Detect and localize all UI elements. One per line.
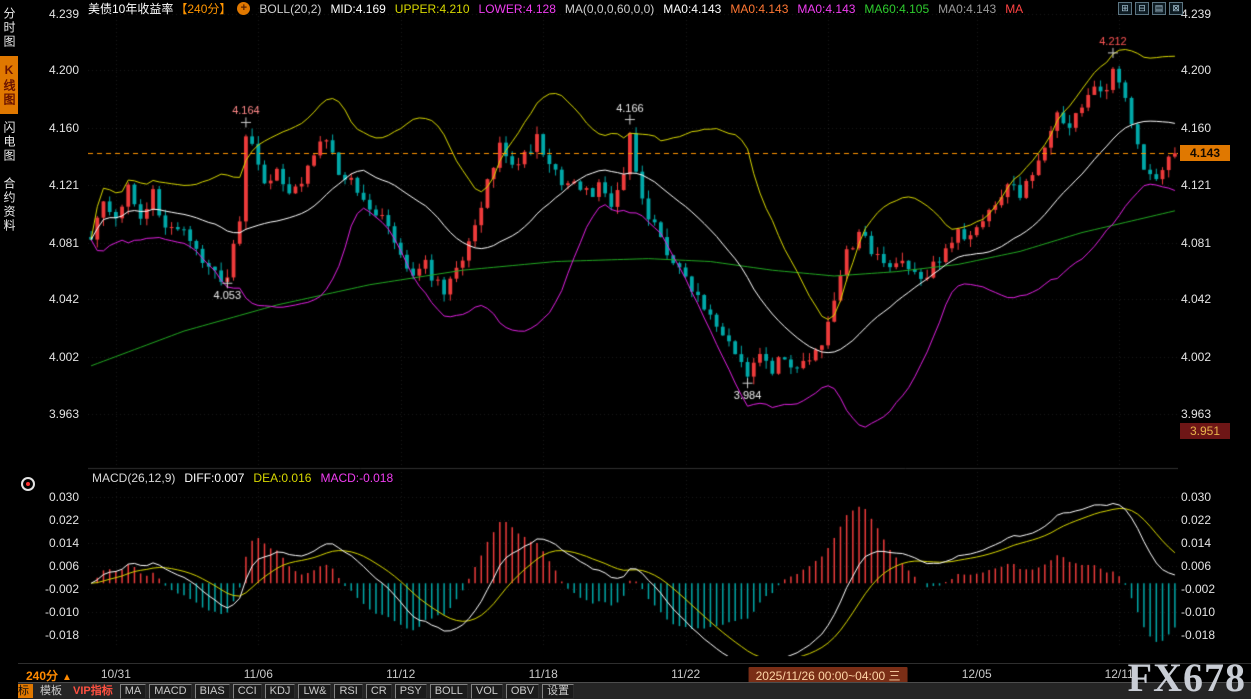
- time-tick-label: 10/31: [101, 667, 131, 681]
- price-tick-label: 3.963: [49, 407, 79, 421]
- window-layout-icons: ⊞⊟▤⊠: [1118, 2, 1183, 15]
- timeframe-text: 240分: [26, 669, 58, 683]
- sidebar-item-4[interactable]: 合约资料: [0, 170, 18, 240]
- toolbar-button-11[interactable]: CR: [366, 684, 392, 699]
- bottom-toolbar: 指标模板VIP指标MAMACDBIASCCIKDJLW&RSICRPSYBOLL…: [0, 682, 1251, 699]
- expand-window-icon[interactable]: ⊠: [1169, 2, 1183, 15]
- macd-tick-label: -0.010: [1181, 605, 1215, 619]
- price-tick-label: 4.002: [49, 350, 79, 364]
- macd-value: MACD(26,12,9): [92, 471, 175, 485]
- toolbar-button-8[interactable]: KDJ: [265, 684, 296, 699]
- indicator-value: MA0:4.143: [663, 2, 721, 16]
- price-tick-label: 4.239: [1181, 7, 1211, 21]
- macd-value: DEA:0.016: [253, 471, 311, 485]
- price-tick-label: 4.002: [1181, 350, 1211, 364]
- toolbar-button-13[interactable]: BOLL: [430, 684, 468, 699]
- price-tick-label: 4.239: [49, 7, 79, 21]
- toolbar-button-9[interactable]: LW&: [298, 684, 331, 699]
- macd-tick-label: 0.006: [1181, 559, 1211, 573]
- indicator-value: MA: [1005, 2, 1023, 16]
- toolbar-button-2[interactable]: 模板: [36, 684, 66, 698]
- indicator-value: UPPER:4.210: [395, 2, 470, 16]
- indicator-value: MA0:4.143: [797, 2, 855, 16]
- current-price-tag: 4.143: [1180, 145, 1230, 161]
- record-icon[interactable]: [21, 477, 35, 491]
- price-tick-label: 4.121: [49, 178, 79, 192]
- price-tick-label: 4.042: [49, 292, 79, 306]
- toolbar-button-3[interactable]: VIP指标: [69, 684, 117, 698]
- macd-tick-label: 0.030: [1181, 490, 1211, 504]
- multi-window-icon[interactable]: ⊞: [1118, 2, 1132, 15]
- toolbar-button-7[interactable]: CCI: [233, 684, 262, 699]
- toolbar-button-5[interactable]: MACD: [149, 684, 191, 699]
- macd-tick-label: 0.006: [49, 559, 79, 573]
- time-tick-label: 11/22: [671, 667, 700, 681]
- single-window-icon[interactable]: ⊟: [1135, 2, 1149, 15]
- toolbar-button-12[interactable]: PSY: [395, 684, 427, 699]
- sidebar-item-3[interactable]: 闪电图: [0, 114, 18, 170]
- macd-value: DIFF:0.007: [184, 471, 244, 485]
- macd-tick-label: -0.010: [45, 605, 79, 619]
- price-tick-label: 4.121: [1181, 178, 1211, 192]
- macd-tick-label: 0.022: [49, 513, 79, 527]
- macd-tick-label: -0.018: [1181, 628, 1215, 642]
- macd-tick-label: -0.018: [45, 628, 79, 642]
- macd-readout: MACD(26,12,9) DIFF:0.007 DEA:0.016 MACD:-0.…: [92, 471, 402, 485]
- watermark: FX678: [1128, 658, 1246, 698]
- indicator-value: MA0:4.143: [730, 2, 788, 16]
- time-tick-label: 11/18: [529, 667, 558, 681]
- sidebar-item-2[interactable]: K线图: [0, 56, 18, 114]
- price-tick-label: 4.081: [49, 236, 79, 250]
- chart-window: 分时图K线图闪电图合约资料 美债10年收益率 【240分】 + BOLL(20,…: [0, 0, 1251, 699]
- price-axis-right: 4.143 3.951 4.239 4.200 4.160 4.121 4.081 4.0…: [1181, 0, 1251, 662]
- macd-tick-label: -0.002: [1181, 582, 1215, 596]
- indicator-value: MID:4.169: [330, 2, 385, 16]
- time-tick-label: 11/06: [244, 667, 273, 681]
- macd-tick-label: 0.014: [49, 536, 79, 550]
- time-tick-label: 11/12: [386, 667, 415, 681]
- toolbar-button-10[interactable]: RSI: [334, 684, 362, 699]
- indicator-value: BOLL(20,2): [259, 2, 321, 16]
- time-axis: 240分▲ 10/3111/0611/1211/1811/222025/11/2…: [0, 663, 1251, 682]
- plus-circle-icon[interactable]: +: [237, 2, 250, 15]
- toolbar-button-15[interactable]: OBV: [506, 684, 539, 699]
- toolbar-button-14[interactable]: VOL: [471, 684, 503, 699]
- left-sidebar: 分时图K线图闪电图合约资料: [0, 0, 18, 699]
- toolbar-button-4[interactable]: MA: [120, 684, 147, 699]
- rows-window-icon[interactable]: ▤: [1152, 2, 1166, 15]
- time-tick-label: 12/05: [962, 667, 992, 681]
- macd-tick-label: 0.022: [1181, 513, 1211, 527]
- price-tick-label: 3.963: [1181, 407, 1211, 421]
- price-tick-label: 4.200: [49, 63, 79, 77]
- price-tick-label: 4.200: [1181, 63, 1211, 77]
- low-price-tag: 3.951: [1180, 423, 1230, 439]
- top-bar: 美债10年收益率 【240分】 + BOLL(20,2) MID:4.169 UPP…: [88, 1, 1032, 16]
- price-tick-label: 4.081: [1181, 236, 1211, 250]
- candlestick-chart[interactable]: [88, 0, 1178, 662]
- period-label: 【240分】: [175, 0, 231, 17]
- price-tick-label: 4.160: [49, 121, 79, 135]
- indicator-value: LOWER:4.128: [479, 2, 556, 16]
- indicator-readout: BOLL(20,2) MID:4.169 UPPER:4.210 LOWER:4.12…: [259, 2, 1032, 16]
- toolbar-button-16[interactable]: 设置: [542, 684, 574, 699]
- indicator-value: MA(0,0,0,60,0,0): [565, 2, 654, 16]
- sidebar-item-1[interactable]: 分时图: [0, 0, 18, 56]
- indicator-value: MA60:4.105: [864, 2, 929, 16]
- macd-tick-label: 0.014: [1181, 536, 1211, 550]
- price-tick-label: 4.042: [1181, 292, 1211, 306]
- instrument-title: 美债10年收益率: [88, 0, 173, 17]
- toolbar-button-6[interactable]: BIAS: [195, 684, 230, 699]
- price-tick-label: 4.160: [1181, 121, 1211, 135]
- macd-tick-label: 0.030: [49, 490, 79, 504]
- macd-value: MACD:-0.018: [320, 471, 393, 485]
- indicator-value: MA0:4.143: [938, 2, 996, 16]
- macd-tick-label: -0.002: [45, 582, 79, 596]
